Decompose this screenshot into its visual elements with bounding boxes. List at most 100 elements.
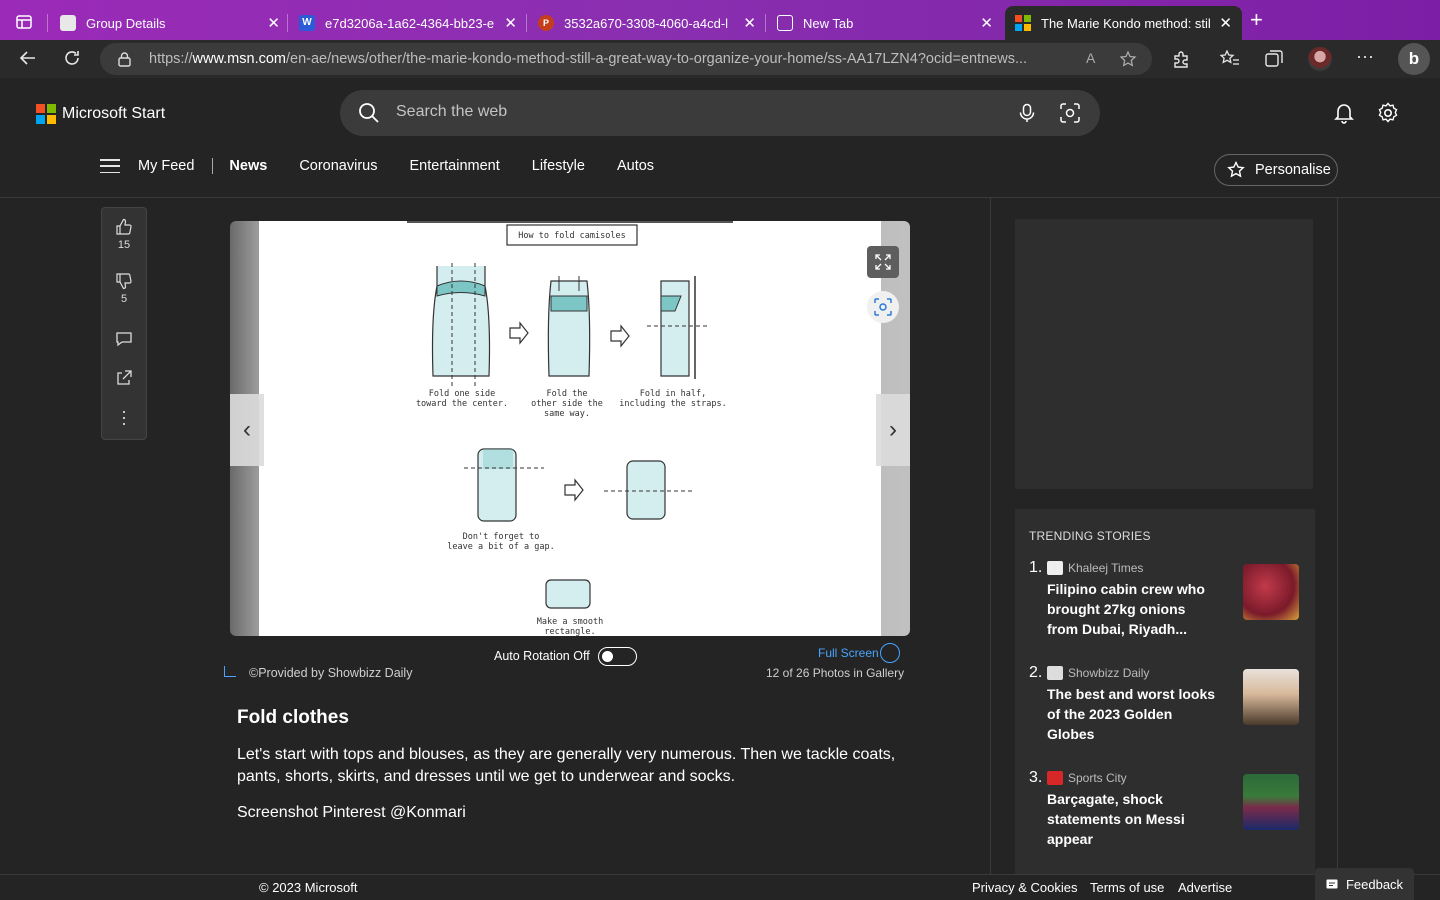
- column-divider: [1337, 198, 1338, 874]
- close-icon[interactable]: ✕: [743, 14, 756, 32]
- full-screen-icon[interactable]: [880, 643, 900, 663]
- story-thumbnail[interactable]: [1243, 669, 1299, 725]
- camisole-step-4: [464, 448, 544, 522]
- search-input[interactable]: [396, 103, 996, 121]
- next-photo-button[interactable]: ›: [876, 394, 910, 466]
- close-icon[interactable]: ✕: [980, 14, 993, 32]
- microphone-icon[interactable]: [1017, 103, 1037, 123]
- more-options-icon[interactable]: ···: [1356, 46, 1374, 67]
- profile-avatar[interactable]: [1308, 47, 1332, 71]
- page-icon: [60, 15, 76, 31]
- nav-entertainment[interactable]: Entertainment: [409, 158, 499, 174]
- svg-text:other side the: other side the: [531, 399, 603, 409]
- personalise-star-icon: [1227, 161, 1245, 178]
- nav-news[interactable]: News: [229, 158, 267, 174]
- nav-coronavirus[interactable]: Coronavirus: [299, 158, 377, 174]
- khaleej-times-icon: [1047, 561, 1063, 575]
- svg-text:Make a smooth: Make a smooth: [537, 617, 604, 627]
- nav-lifestyle[interactable]: Lifestyle: [532, 158, 585, 174]
- full-screen-link[interactable]: Full Screen: [818, 646, 879, 660]
- trending-story[interactable]: 1. Khaleej Times Filipino cabin crew who…: [1015, 559, 1315, 659]
- close-icon[interactable]: ✕: [1219, 14, 1232, 32]
- visual-search-icon[interactable]: [1060, 103, 1080, 123]
- nav-autos[interactable]: Autos: [617, 158, 654, 174]
- sports-city-icon: [1047, 771, 1063, 785]
- close-icon[interactable]: ✕: [267, 14, 280, 32]
- new-tab-plus-icon[interactable]: +: [1250, 9, 1263, 31]
- comment-button[interactable]: [102, 330, 146, 351]
- auto-rotation-toggle[interactable]: [598, 647, 637, 666]
- auto-rotation-label: Auto Rotation Off: [494, 649, 590, 663]
- advertise-link[interactable]: Advertise: [1178, 880, 1232, 895]
- share-button[interactable]: [102, 369, 146, 390]
- settings-gear-icon[interactable]: [1377, 102, 1399, 124]
- favorites-icon[interactable]: [1220, 50, 1240, 68]
- terms-link[interactable]: Terms of use: [1090, 880, 1164, 895]
- column-divider: [990, 198, 991, 874]
- chevron-right-icon: ›: [889, 416, 897, 443]
- browser-tab-bar: Group Details ✕ W e7d3206a-1a62-4364-bb2…: [0, 0, 1440, 40]
- search-box[interactable]: [340, 90, 1100, 136]
- browser-toolbar: https://www.msn.com/en-ae/news/other/the…: [0, 40, 1440, 78]
- more-vertical-icon[interactable]: · · ·: [102, 402, 146, 432]
- chevron-left-icon: ‹: [243, 416, 251, 443]
- tab-word-doc[interactable]: W e7d3206a-1a62-4364-bb23-e ✕: [289, 6, 527, 40]
- site-header: Microsoft Start My Feed News Coronavirus…: [0, 78, 1440, 198]
- address-bar[interactable]: https://www.msn.com/en-ae/news/other/the…: [100, 43, 1152, 75]
- trending-heading: TRENDING STORIES: [1029, 529, 1151, 543]
- caption-corner-icon: [224, 666, 236, 677]
- dislike-button[interactable]: 5: [102, 272, 146, 305]
- reaction-bar: 15 5 · · ·: [101, 207, 147, 440]
- tab-actions-icon[interactable]: [8, 8, 40, 36]
- svg-text:leave a bit of a gap.: leave a bit of a gap.: [447, 542, 554, 552]
- expand-icon: [875, 254, 891, 270]
- nav-divider: [212, 158, 214, 174]
- svg-text:Fold in half,: Fold in half,: [640, 389, 707, 399]
- arrow-icon: [564, 478, 584, 502]
- microsoft-start-logo[interactable]: Microsoft Start: [36, 104, 165, 124]
- url-text[interactable]: https://www.msn.com/en-ae/news/other/the…: [149, 51, 1079, 67]
- story-thumbnail[interactable]: [1243, 774, 1299, 830]
- visual-search-button[interactable]: [867, 291, 899, 323]
- add-favorite-icon[interactable]: [1120, 51, 1138, 68]
- svg-text:including the straps.: including the straps.: [619, 399, 726, 409]
- feedback-button[interactable]: Feedback: [1315, 868, 1414, 900]
- showbizz-daily-icon: [1047, 666, 1063, 680]
- slide-image-credit: Screenshot Pinterest @Konmari: [237, 804, 466, 821]
- story-thumbnail[interactable]: [1243, 564, 1299, 620]
- tab-marie-kondo[interactable]: The Marie Kondo method: still ✕: [1005, 6, 1242, 40]
- close-icon[interactable]: ✕: [504, 14, 517, 32]
- read-aloud-icon[interactable]: A: [1086, 50, 1095, 66]
- comment-icon: [116, 332, 132, 347]
- back-arrow-icon[interactable]: [18, 49, 38, 69]
- trending-stories-panel: TRENDING STORIES 1. Khaleej Times Filipi…: [1015, 509, 1315, 879]
- hamburger-menu-icon[interactable]: [100, 159, 120, 173]
- expand-fullscreen-button[interactable]: [867, 246, 899, 278]
- like-button[interactable]: 15: [102, 218, 146, 251]
- privacy-link[interactable]: Privacy & Cookies: [972, 880, 1077, 895]
- feedback-icon: [1326, 879, 1338, 889]
- svg-text:rectangle.: rectangle.: [544, 627, 595, 636]
- tab-powerpoint-doc[interactable]: P 3532a670-3308-4060-a4cd-l ✕: [528, 6, 766, 40]
- slide-title: Fold clothes: [237, 707, 349, 728]
- lock-icon[interactable]: [118, 52, 131, 67]
- previous-photo-button[interactable]: ‹: [230, 394, 264, 466]
- word-icon: W: [299, 15, 315, 31]
- refresh-icon[interactable]: [62, 49, 82, 69]
- tab-new-tab[interactable]: New Tab ✕: [767, 6, 1003, 40]
- trending-story[interactable]: 3. Sports City Barçagate, shock statemen…: [1015, 769, 1315, 869]
- category-nav: My Feed News Coronavirus Entertainment L…: [100, 158, 686, 174]
- collections-icon[interactable]: [1265, 50, 1283, 68]
- notifications-bell-icon[interactable]: [1333, 102, 1355, 124]
- svg-text:same way.: same way.: [544, 409, 590, 419]
- camisole-step-3: [647, 276, 707, 379]
- nav-my-feed[interactable]: My Feed: [138, 158, 194, 174]
- bing-chat-icon[interactable]: b: [1398, 43, 1430, 75]
- search-icon[interactable]: [358, 102, 380, 124]
- microsoft-logo-icon: [36, 104, 56, 124]
- folding-illustration: How to fold camisoles Fold one side towa…: [407, 221, 733, 636]
- trending-story[interactable]: 2. Showbizz Daily The best and worst loo…: [1015, 664, 1315, 764]
- extensions-icon[interactable]: [1172, 50, 1190, 68]
- tab-group-details[interactable]: Group Details ✕: [50, 6, 290, 40]
- personalise-button[interactable]: Personalise: [1214, 154, 1338, 186]
